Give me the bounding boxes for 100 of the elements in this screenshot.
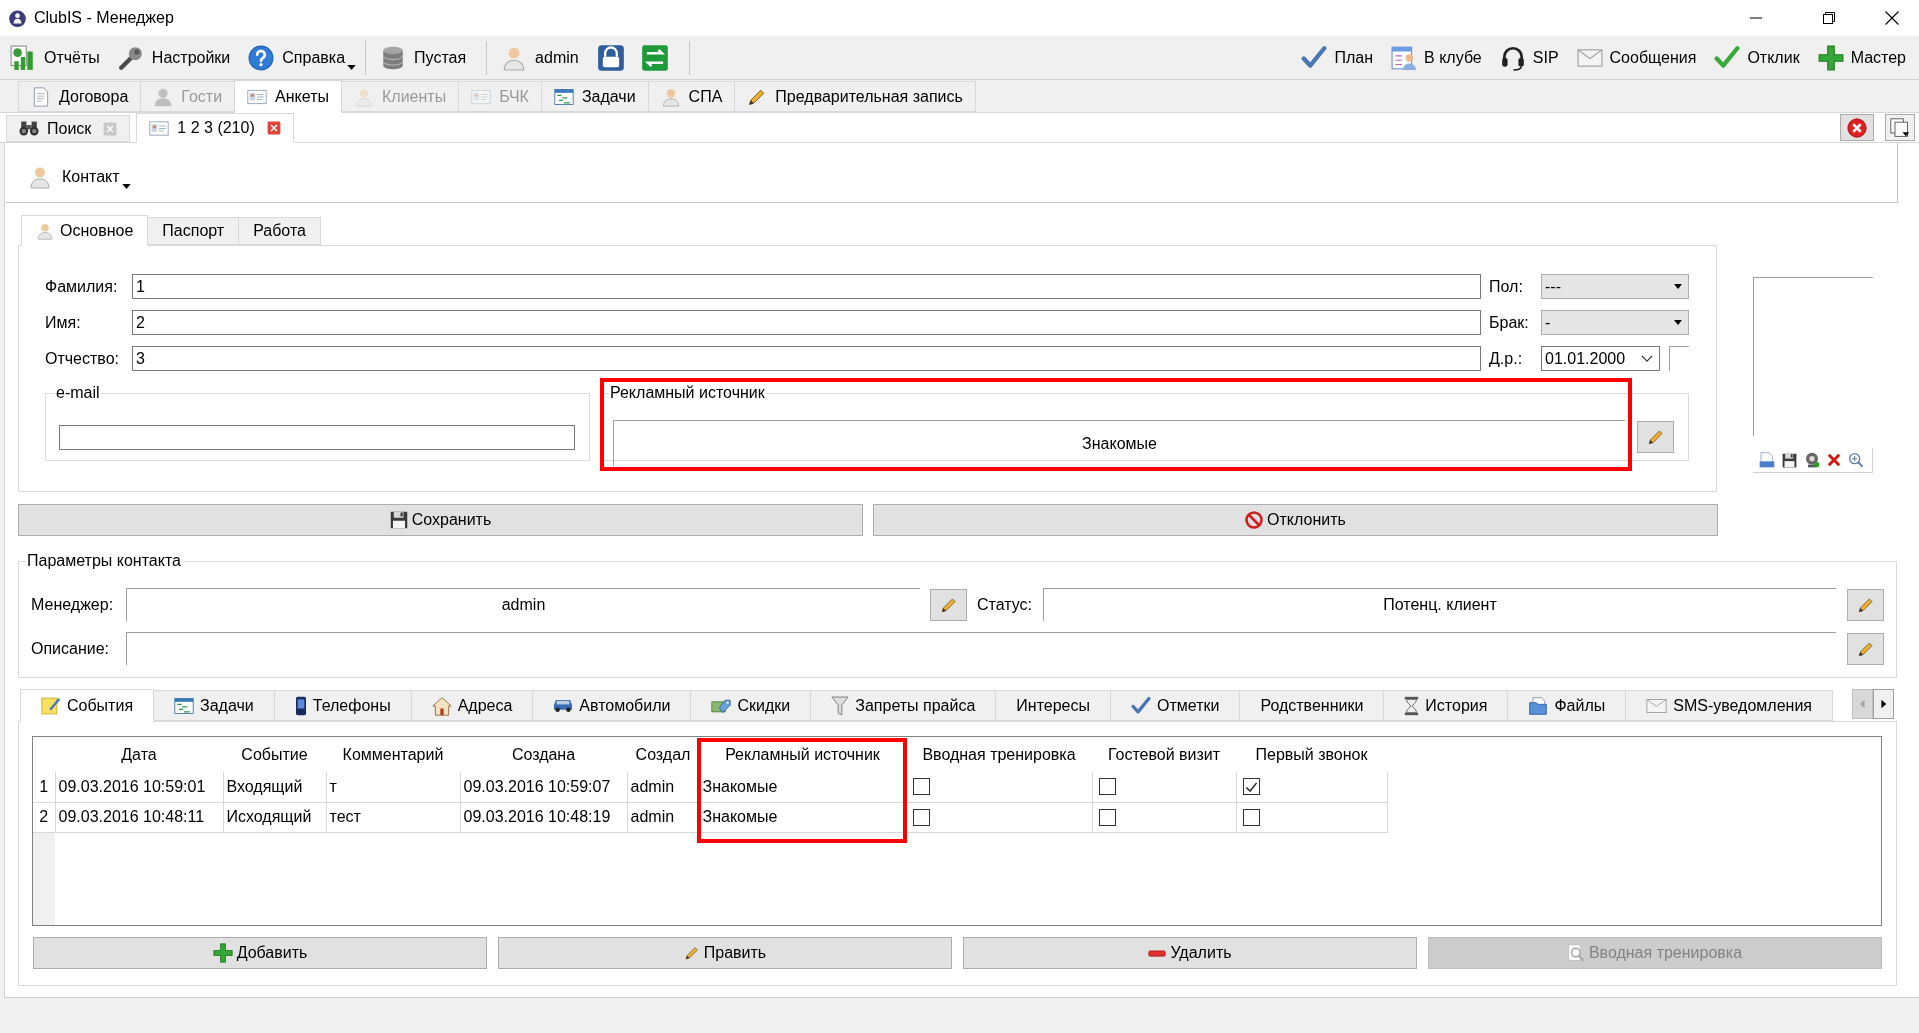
scroll-right-button[interactable] (1873, 689, 1894, 719)
checkbox[interactable] (1098, 778, 1116, 796)
zoom-in-icon[interactable] (1848, 452, 1864, 468)
delete-icon[interactable] (1827, 453, 1841, 467)
form-tab[interactable]: Основное (21, 215, 149, 246)
toolbar-button[interactable]: В клубе (1382, 39, 1491, 76)
checkbox[interactable] (1242, 808, 1260, 826)
detail-tab[interactable]: Телефоны (273, 690, 412, 721)
toolbar-button[interactable]: Настройки (111, 39, 243, 76)
detail-tab[interactable]: SMS-уведомления (1625, 690, 1834, 721)
table-cell: Знакомые (699, 772, 906, 802)
arrow-left-icon (1859, 699, 1866, 709)
windows-icon (1890, 117, 1910, 138)
minimize-icon[interactable] (1749, 17, 1762, 19)
text-field[interactable]: 2 (132, 310, 1481, 335)
text-field[interactable]: Потенц. клиент (1043, 588, 1836, 621)
text-field[interactable]: 3 (132, 346, 1481, 371)
column-header[interactable]: Создал (627, 737, 699, 772)
close-button[interactable] (1840, 114, 1874, 141)
detail-tab[interactable]: Адреса (410, 690, 534, 721)
checkbox[interactable] (912, 778, 930, 796)
module-tab[interactable]: Договора (18, 81, 142, 112)
text-field[interactable] (126, 632, 1836, 665)
save-icon[interactable] (1782, 452, 1797, 468)
table-cell: т (326, 772, 460, 802)
edit-button[interactable] (930, 588, 967, 621)
house-icon (431, 695, 452, 716)
detail-tab[interactable]: Скидки (690, 690, 812, 721)
toolbar-button[interactable]: Отчёты (4, 39, 112, 76)
module-tab[interactable]: Предварительная запись (734, 81, 976, 112)
detail-tab[interactable]: Интересы (995, 690, 1111, 721)
id-card-icon (149, 120, 170, 136)
column-header[interactable]: Вводная тренировка (906, 737, 1092, 772)
swap-arrows-icon[interactable] (640, 43, 669, 72)
date-picker[interactable]: 01.01.2000 (1541, 346, 1660, 371)
detail-tab[interactable]: Файлы (1507, 690, 1627, 721)
edit-button[interactable] (1847, 588, 1884, 621)
text-field[interactable]: admin (126, 588, 920, 621)
form-button[interactable]: Сохранить (18, 504, 863, 536)
document-icon[interactable] (1759, 452, 1775, 468)
detail-tab[interactable]: История (1383, 690, 1509, 721)
restore-icon[interactable] (1822, 12, 1835, 24)
action-button[interactable]: Удалить (963, 937, 1417, 969)
text-field[interactable]: 1 (132, 274, 1481, 299)
table-cell: 09.03.2016 10:59:07 (460, 772, 627, 802)
car-icon (553, 698, 574, 713)
module-tab[interactable]: Анкеты (234, 80, 342, 113)
field-label: Д.р.: (1489, 348, 1524, 369)
toolbar-button[interactable]: Справка (242, 39, 358, 76)
module-tab[interactable]: Задачи (540, 81, 649, 112)
wrench-icon (117, 44, 144, 71)
detail-tab[interactable]: Родственники (1239, 690, 1385, 721)
small-field[interactable] (1669, 346, 1689, 371)
text-field[interactable] (59, 425, 575, 450)
detail-tab[interactable]: Отметки (1110, 690, 1241, 721)
lock-icon[interactable] (596, 43, 625, 72)
detail-tab[interactable]: Задачи (153, 690, 275, 721)
contact-list-icon (1391, 44, 1418, 71)
action-button[interactable]: Добавить (33, 937, 487, 969)
detail-tab[interactable]: Автомобили (532, 690, 692, 721)
detail-tab[interactable]: Запреты прайса (810, 690, 997, 721)
field-label: Менеджер: (31, 594, 115, 615)
column-header[interactable]: Рекламный источник (699, 737, 906, 772)
toolbar-button[interactable]: Сообщения (1567, 39, 1706, 76)
column-header[interactable]: Гостевой визит (1092, 737, 1236, 772)
form-tab[interactable]: Паспорт (147, 217, 240, 245)
column-header[interactable]: Первый звонок (1236, 737, 1387, 772)
table-cell: тест (326, 802, 460, 832)
toolbar-button[interactable]: Пустая (374, 39, 479, 76)
toolbar-button[interactable]: admin (495, 39, 591, 76)
toolbar-button[interactable]: План (1292, 39, 1383, 76)
text-field[interactable]: Знакомые (613, 420, 1625, 466)
action-button[interactable]: Править (498, 937, 952, 969)
column-header[interactable]: Создана (460, 737, 627, 772)
form-button[interactable]: Отклонить (873, 504, 1718, 536)
close-icon[interactable] (1885, 11, 1899, 25)
checkbox[interactable] (912, 808, 930, 826)
arrow-right-icon (1880, 699, 1887, 709)
webcam-icon[interactable] (1804, 452, 1820, 468)
column-header[interactable]: Дата (55, 737, 223, 772)
pencil-icon (683, 945, 700, 961)
edit-button[interactable] (1847, 632, 1884, 665)
document-tab[interactable]: 1 2 3 (210) (136, 113, 294, 143)
contact-menu-button[interactable]: Контакт (28, 161, 131, 192)
document-tab[interactable]: Поиск (6, 115, 131, 142)
task-list-icon (174, 697, 195, 714)
checkbox[interactable] (1242, 778, 1260, 796)
form-tab[interactable]: Работа (238, 217, 321, 245)
dropdown[interactable]: - (1541, 310, 1689, 335)
dropdown[interactable]: --- (1541, 274, 1689, 299)
column-header[interactable]: Комментарий (326, 737, 460, 772)
module-tab[interactable]: СПА (647, 81, 736, 112)
toolbar-button[interactable]: Отклик (1705, 39, 1809, 76)
window-menu-button[interactable] (1885, 114, 1915, 141)
toolbar-button[interactable]: SIP (1490, 39, 1568, 76)
field-label: Брак: (1489, 312, 1530, 333)
checkbox[interactable] (1098, 808, 1116, 826)
detail-tab[interactable]: События (20, 689, 155, 722)
toolbar-button[interactable]: Мастер (1808, 39, 1915, 76)
column-header[interactable]: Событие (223, 737, 326, 772)
